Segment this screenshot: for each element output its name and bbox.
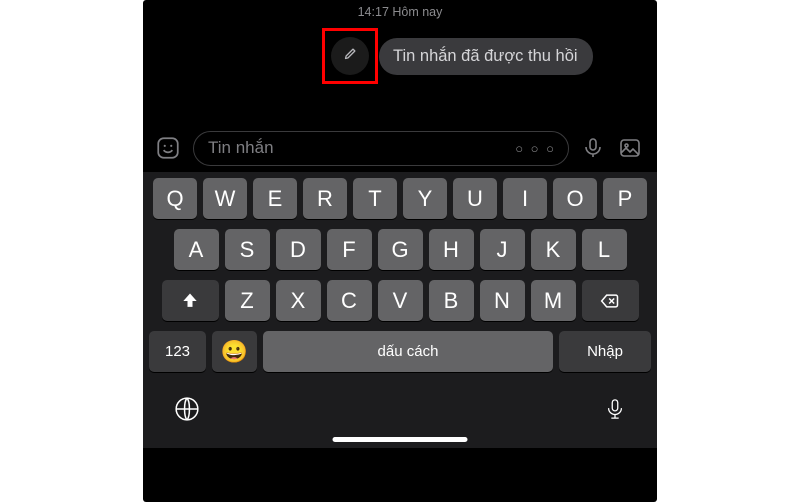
key-u[interactable]: U bbox=[453, 178, 497, 219]
home-indicator[interactable] bbox=[333, 437, 468, 442]
backspace-icon bbox=[598, 291, 622, 311]
key-v[interactable]: V bbox=[378, 280, 423, 321]
key-d[interactable]: D bbox=[276, 229, 321, 270]
key-c[interactable]: C bbox=[327, 280, 372, 321]
key-g[interactable]: G bbox=[378, 229, 423, 270]
sticker-icon[interactable] bbox=[155, 135, 181, 161]
microphone-icon[interactable] bbox=[581, 136, 605, 160]
input-placeholder: Tin nhắn bbox=[208, 138, 274, 158]
key-s[interactable]: S bbox=[225, 229, 270, 270]
message-timestamp: 14:17 Hôm nay bbox=[143, 5, 657, 19]
key-enter[interactable]: Nhập bbox=[559, 331, 651, 372]
key-p[interactable]: P bbox=[603, 178, 647, 219]
phone-frame: 14:17 Hôm nay Tin nhắn đã được thu hồi T… bbox=[143, 0, 657, 502]
gallery-icon[interactable] bbox=[617, 136, 643, 160]
keyboard-row-3: Z X C V B N M bbox=[146, 280, 654, 321]
message-input[interactable]: Tin nhắn ○ ○ ○ bbox=[193, 131, 569, 166]
key-q[interactable]: Q bbox=[153, 178, 197, 219]
keyboard: Q W E R T Y U I O P A S D F G H J K L Z bbox=[143, 172, 657, 448]
keyboard-bottom bbox=[146, 382, 654, 448]
recalled-message-row: Tin nhắn đã được thu hồi bbox=[331, 37, 593, 75]
key-f[interactable]: F bbox=[327, 229, 372, 270]
key-z[interactable]: Z bbox=[225, 280, 270, 321]
recalled-message-bubble[interactable]: Tin nhắn đã được thu hồi bbox=[379, 38, 593, 75]
key-w[interactable]: W bbox=[203, 178, 247, 219]
key-y[interactable]: Y bbox=[403, 178, 447, 219]
key-a[interactable]: A bbox=[174, 229, 219, 270]
key-r[interactable]: R bbox=[303, 178, 347, 219]
key-i[interactable]: I bbox=[503, 178, 547, 219]
key-k[interactable]: K bbox=[531, 229, 576, 270]
chat-area: 14:17 Hôm nay Tin nhắn đã được thu hồi bbox=[143, 0, 657, 124]
key-o[interactable]: O bbox=[553, 178, 597, 219]
key-t[interactable]: T bbox=[353, 178, 397, 219]
key-shift[interactable] bbox=[162, 280, 219, 321]
key-123[interactable]: 123 bbox=[149, 331, 206, 372]
key-n[interactable]: N bbox=[480, 280, 525, 321]
more-icon[interactable]: ○ ○ ○ bbox=[515, 141, 556, 156]
pencil-icon bbox=[343, 46, 358, 66]
keyboard-row-2: A S D F G H J K L bbox=[146, 229, 654, 270]
key-backspace[interactable] bbox=[582, 280, 639, 321]
key-h[interactable]: H bbox=[429, 229, 474, 270]
key-m[interactable]: M bbox=[531, 280, 576, 321]
key-j[interactable]: J bbox=[480, 229, 525, 270]
key-b[interactable]: B bbox=[429, 280, 474, 321]
globe-icon[interactable] bbox=[174, 396, 200, 422]
key-x[interactable]: X bbox=[276, 280, 321, 321]
key-emoji[interactable]: 😀 bbox=[212, 331, 257, 372]
key-e[interactable]: E bbox=[253, 178, 297, 219]
dictation-icon[interactable] bbox=[604, 396, 626, 422]
shift-icon bbox=[180, 291, 200, 311]
message-composer: Tin nhắn ○ ○ ○ bbox=[143, 124, 657, 172]
key-space[interactable]: dấu cách bbox=[263, 331, 553, 372]
keyboard-row-1: Q W E R T Y U I O P bbox=[146, 178, 654, 219]
edit-button[interactable] bbox=[331, 37, 369, 75]
keyboard-row-4: 123 😀 dấu cách Nhập bbox=[146, 331, 654, 372]
key-l[interactable]: L bbox=[582, 229, 627, 270]
